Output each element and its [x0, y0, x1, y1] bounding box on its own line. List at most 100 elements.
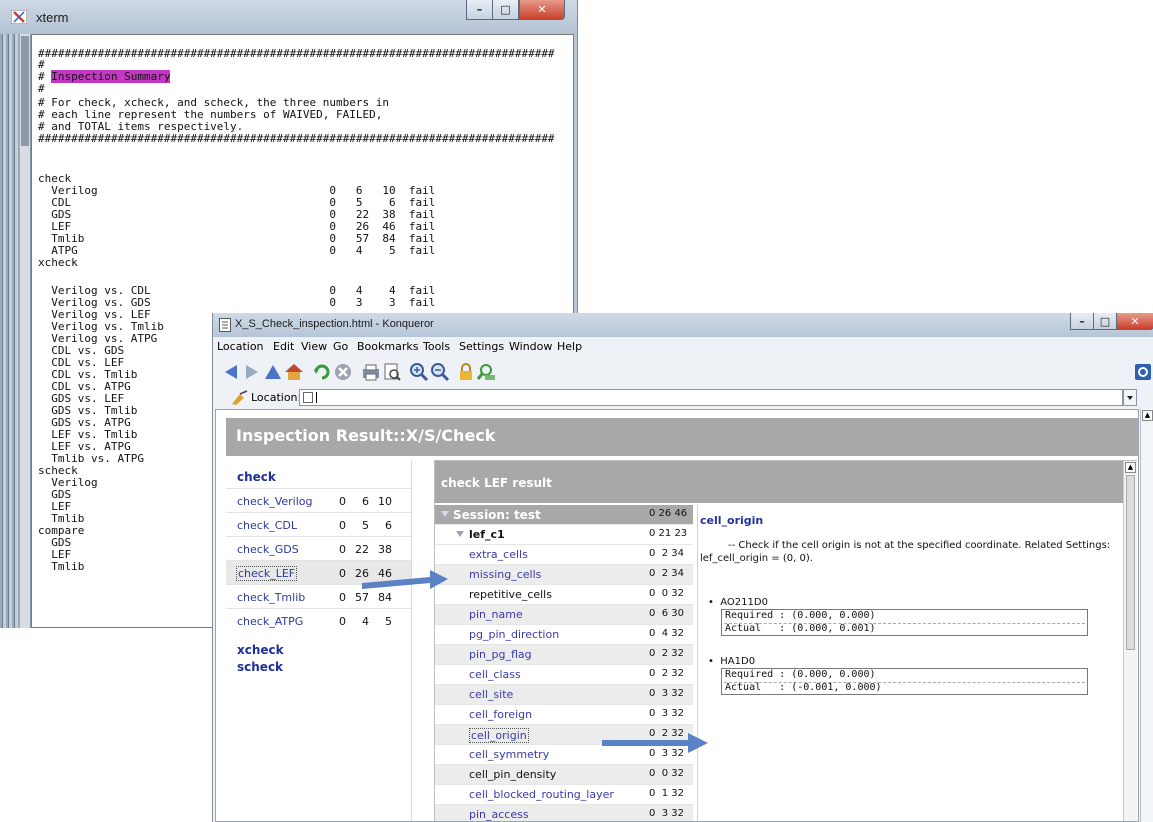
tree-item-label[interactable]: cell_symmetry	[469, 748, 549, 761]
nav-row-check-verilog[interactable]: check_Verilog 0 6 10	[226, 488, 411, 513]
tree-item-values: 0 3 32	[649, 708, 684, 719]
tree-item-cell-pin-density[interactable]: cell_pin_density 0 0 32	[435, 765, 693, 785]
back-icon[interactable]	[221, 362, 241, 382]
text-cursor	[316, 392, 317, 403]
tree-item-label[interactable]: cell_origin	[469, 728, 529, 743]
security-lock-icon[interactable]	[456, 362, 476, 382]
maximize-button[interactable]: □	[1093, 313, 1117, 330]
nav-row-count-t: 10	[378, 495, 392, 508]
location-label: Location:	[251, 391, 302, 404]
nav-row-check-gds[interactable]: check_GDS 0 22 38	[226, 536, 411, 561]
nav-row-label[interactable]: check_Tmlib	[237, 591, 305, 604]
expand-triangle-icon[interactable]	[456, 531, 464, 537]
konqueror-titlebar[interactable]: X_S_Check_inspection.html - Konqueror – …	[213, 313, 1153, 337]
maximize-button[interactable]: □	[492, 0, 519, 20]
nav-row-label[interactable]: check_CDL	[237, 519, 297, 532]
nav-row-label[interactable]: check_ATPG	[237, 615, 303, 628]
tree-item-values: 0 1 32	[649, 788, 684, 799]
clear-location-icon[interactable]	[231, 390, 249, 406]
stop-icon[interactable]	[333, 362, 353, 382]
tree-item-label: cell_pin_density	[469, 768, 557, 781]
zoom-in-icon[interactable]	[409, 362, 429, 382]
group-label: lef_c1	[469, 528, 505, 541]
nav-row-check-cdl[interactable]: check_CDL 0 5 6	[226, 512, 411, 537]
tree-item-label[interactable]: missing_cells	[469, 568, 541, 581]
tree-item-missing-cells[interactable]: missing_cells 0 2 34	[435, 565, 693, 585]
expand-triangle-icon[interactable]	[441, 511, 449, 517]
tree-item-cell-site[interactable]: cell_site 0 3 32	[435, 685, 693, 705]
menu-edit[interactable]: Edit	[273, 340, 294, 353]
tree-item-pin-name[interactable]: pin_name 0 6 30	[435, 605, 693, 625]
print-icon[interactable]	[361, 362, 381, 382]
menu-settings[interactable]: Settings	[459, 340, 504, 353]
find-icon[interactable]	[477, 362, 497, 382]
menu-view[interactable]: View	[301, 340, 327, 353]
detail-pane: cell_origin -- Check if the cell origin …	[697, 505, 1123, 821]
tree-item-label[interactable]: cell_blocked_routing_layer	[469, 788, 614, 801]
menu-window[interactable]: Window	[509, 340, 552, 353]
close-button[interactable]: ✕	[1116, 313, 1153, 330]
tree-item-label[interactable]: cell_site	[469, 688, 513, 701]
page-content[interactable]: Inspection Result::X/S/Check check check…	[215, 409, 1139, 822]
menu-tools[interactable]: Tools	[423, 340, 450, 353]
page-header: Inspection Result::X/S/Check	[226, 418, 1138, 456]
tree-item-repetitive-cells[interactable]: repetitive_cells 0 0 32	[435, 585, 693, 605]
minimize-button[interactable]: –	[1070, 313, 1094, 330]
tree-item-pin-access[interactable]: pin_access 0 3 32	[435, 805, 693, 821]
close-icon: ✕	[537, 3, 547, 16]
chevron-down-icon	[1127, 396, 1133, 400]
nav-row-label[interactable]: check_LEF	[236, 566, 298, 581]
menu-bookmarks[interactable]: Bookmarks	[357, 340, 418, 353]
scroll-up-icon[interactable]: ▲	[1142, 410, 1153, 421]
tree-item-label[interactable]: extra_cells	[469, 548, 528, 561]
tree-item-cell-foreign[interactable]: cell_foreign 0 3 32	[435, 705, 693, 725]
zoom-out-icon[interactable]	[430, 362, 450, 382]
home-icon[interactable]	[284, 362, 304, 382]
tree-item-cell-blocked-routing-layer[interactable]: cell_blocked_routing_layer 0 1 32	[435, 785, 693, 805]
terminal-line: ATPG 0 4 5 fail	[38, 244, 436, 257]
location-dropdown-button[interactable]	[1123, 389, 1137, 406]
tree-item-label[interactable]: pin_access	[469, 808, 529, 821]
result-scrollbar-thumb[interactable]	[1126, 475, 1135, 650]
tree-session-row[interactable]: Session: test 0 26 46	[435, 505, 693, 525]
tree-item-pin-pg-flag[interactable]: pin_pg_flag 0 2 32	[435, 645, 693, 665]
up-icon[interactable]	[263, 362, 283, 382]
actual-line: Actual : (-0.001, 0.000)	[725, 682, 882, 693]
nav-row-count-f: 4	[362, 615, 369, 628]
nav-row-label[interactable]: check_GDS	[237, 543, 299, 556]
cell-entry: • HA1D0	[708, 656, 756, 667]
forward-icon[interactable]	[242, 362, 262, 382]
tree-item-label[interactable]: pg_pin_direction	[469, 628, 559, 641]
session-label: Session: test	[453, 508, 541, 522]
tree-item-cell-class[interactable]: cell_class 0 2 32	[435, 665, 693, 685]
nav-heading-check[interactable]: check	[237, 470, 276, 484]
menu-help[interactable]: Help	[557, 340, 582, 353]
nav-heading-xcheck[interactable]: xcheck	[237, 643, 284, 657]
menu-go[interactable]: Go	[333, 340, 348, 353]
tree-group-row[interactable]: lef_c1 0 21 23	[435, 525, 693, 545]
page-scrollbar[interactable]: ▲	[1140, 409, 1153, 822]
reload-icon[interactable]	[312, 362, 332, 382]
scroll-up-icon[interactable]: ▲	[1125, 462, 1136, 473]
tree-item-label[interactable]: pin_pg_flag	[469, 648, 532, 661]
minimize-button[interactable]: –	[466, 0, 493, 20]
terminal-line: xcheck	[38, 256, 78, 269]
nav-row-check-atpg[interactable]: check_ATPG 0 4 5	[226, 608, 411, 633]
xterm-scrollbar-thumb[interactable]	[21, 36, 29, 146]
print-preview-icon[interactable]	[382, 362, 402, 382]
result-scrollbar[interactable]: ▲	[1123, 461, 1137, 821]
tree-item-pg-pin-direction[interactable]: pg_pin_direction 0 4 32	[435, 625, 693, 645]
location-input[interactable]	[299, 389, 1123, 406]
nav-heading-scheck[interactable]: scheck	[237, 660, 283, 674]
tree-item-label[interactable]: cell_class	[469, 668, 521, 681]
menu-location[interactable]: Location	[217, 340, 264, 353]
annotation-arrow	[602, 733, 708, 753]
tree-item-label[interactable]: cell_foreign	[469, 708, 532, 721]
xterm-titlebar[interactable]: xterm – □ ✕	[0, 0, 577, 34]
tree-item-values: 0 4 32	[649, 628, 684, 639]
tree-item-extra-cells[interactable]: extra_cells 0 2 34	[435, 545, 693, 565]
coordinate-box: Required : (0.000, 0.000) Actual : (-0.0…	[721, 668, 1088, 695]
tree-item-label[interactable]: pin_name	[469, 608, 523, 621]
nav-row-label[interactable]: check_Verilog	[237, 495, 313, 508]
close-button[interactable]: ✕	[519, 0, 565, 20]
